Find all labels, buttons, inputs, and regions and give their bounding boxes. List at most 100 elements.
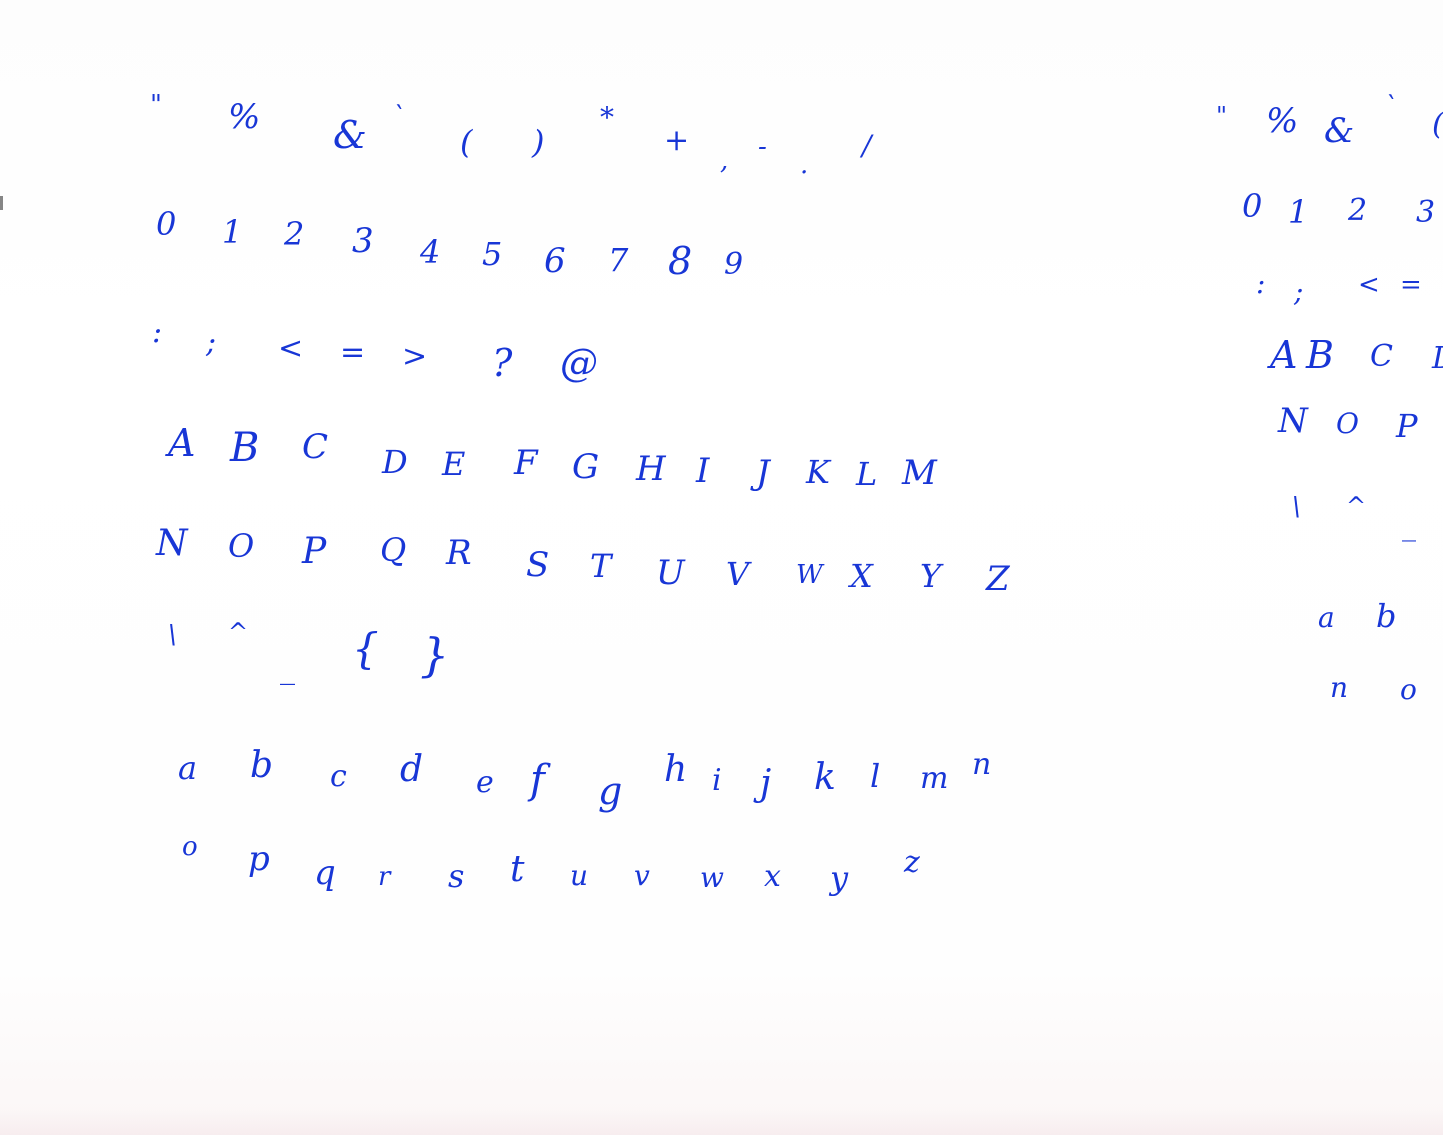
handwritten-upper-n: N — [156, 523, 188, 564]
handwritten-upper-r: R — [446, 533, 472, 573]
handwritten-ampersand: & — [1324, 111, 1355, 151]
handwritten-lower-b: b — [1376, 597, 1397, 635]
handwritten-upper-i: I — [696, 451, 710, 491]
handwritten-digit-2: 2 — [284, 215, 305, 253]
handwritten-upper-u: U — [656, 553, 685, 593]
handwritten-upper-p: P — [302, 531, 327, 572]
handwritten-upper-l: L — [856, 455, 878, 493]
handwritten-lower-k: k — [814, 757, 836, 798]
handwritten-upper-q: Q — [380, 531, 407, 569]
handwritten-lower-o: o — [182, 832, 198, 862]
handwritten-upper-x: X — [850, 557, 873, 595]
handwritten-upper-a: A — [1270, 333, 1298, 377]
handwritten-greater-than: > — [402, 339, 428, 374]
paper-bottom-edge — [0, 1109, 1443, 1135]
handwritten-lower-j: j — [760, 763, 772, 804]
handwritten-upper-h: H — [636, 449, 666, 489]
handwritten-digit-0: 0 — [1242, 187, 1263, 225]
handwritten-backtick: ` — [1384, 92, 1397, 122]
handwritten-lower-v: v — [634, 859, 650, 892]
handwritten-backslash: \ — [1292, 492, 1301, 522]
handwritten-lower-u: u — [570, 859, 589, 892]
handwritten-lower-n: n — [1330, 671, 1349, 704]
handwritten-close-brace: } — [420, 628, 450, 682]
handwritten-lower-i: i — [712, 763, 722, 798]
handwritten-digit-7: 7 — [608, 241, 629, 279]
handwritten-lower-h: h — [664, 749, 688, 790]
handwritten-digit-9: 9 — [724, 247, 744, 282]
handwritten-lower-s: s — [448, 857, 465, 895]
handwritten-comma: , — [720, 146, 729, 176]
handwritten-lower-w: w — [700, 861, 724, 894]
handwritten-upper-b: B — [230, 425, 260, 471]
handwritten-digit-3: 3 — [1416, 195, 1436, 230]
handwritten-lower-r: r — [378, 862, 391, 892]
handwritten-asterisk: * — [600, 101, 614, 134]
handwritten-upper-z: Z — [986, 559, 1010, 599]
handwritten-upper-c: C — [302, 427, 329, 467]
handwritten-lower-d: d — [400, 749, 424, 790]
handwritten-backtick: ` — [392, 102, 405, 132]
handwritten-less-than: < — [1358, 270, 1380, 300]
handwritten-digit-3: 3 — [352, 221, 374, 261]
handwritten-digit-1: 1 — [222, 213, 243, 251]
handwritten-close-paren: ) — [532, 123, 545, 161]
handwritten-upper-o: O — [1336, 407, 1359, 440]
handwritten-digit-6: 6 — [544, 241, 566, 281]
handwritten-at-sign: @ — [560, 341, 598, 385]
handwritten-equals: = — [1400, 270, 1422, 300]
handwritten-upper-v: V — [726, 555, 750, 593]
handwritten-percent: % — [1266, 101, 1299, 141]
handwritten-upper-n: N — [1278, 401, 1308, 441]
handwritten-lower-o: o — [1400, 673, 1417, 706]
handwritten-caret: ^ — [228, 618, 249, 646]
handwritten-question-mark: ? — [492, 341, 513, 385]
handwritten-upper-f: F — [514, 443, 538, 483]
handwritten-digit-0: 0 — [156, 205, 177, 243]
handwritten-double-quote: " — [1216, 102, 1228, 130]
handwritten-upper-j: J — [756, 453, 770, 493]
handwritten-lower-n: n — [972, 747, 992, 782]
handwritten-upper-d: D — [382, 443, 408, 481]
handwritten-colon: : — [1256, 267, 1266, 300]
handwritten-less-than: < — [278, 331, 304, 366]
handwritten-upper-d: D — [1432, 344, 1443, 374]
handwritten-ampersand: & — [333, 113, 367, 157]
handwritten-upper-s: S — [526, 545, 550, 585]
handwritten-upper-p: P — [1396, 407, 1418, 445]
handwritten-percent: % — [228, 97, 261, 137]
handwritten-lower-a: a — [1318, 601, 1335, 634]
handwritten-semicolon: ; — [206, 325, 217, 360]
handwritten-lower-t: t — [510, 849, 525, 890]
handwritten-hyphen: - — [758, 132, 767, 162]
handwritten-lower-e: e — [476, 765, 494, 800]
handwritten-lower-c: c — [330, 759, 347, 794]
handwriting-sheet: "% & `() * +, -./0 1 2 3 4 5 6 7 8 9:; < = >? @ A B C D E F G H I J K… — [0, 0, 1443, 1135]
handwritten-lower-f: f — [530, 757, 545, 803]
handwritten-lower-l: l — [870, 757, 881, 795]
handwritten-lower-p: p — [248, 839, 270, 879]
handwritten-upper-o: O — [228, 527, 255, 565]
handwritten-caret: ^ — [1346, 492, 1367, 520]
edge-mark — [0, 196, 3, 210]
handwritten-lower-b: b — [250, 745, 274, 786]
handwritten-digit-2: 2 — [1348, 193, 1368, 228]
handwritten-slash: / — [862, 129, 872, 162]
handwritten-upper-k: K — [806, 453, 830, 491]
handwritten-lower-y: y — [830, 859, 849, 897]
handwritten-colon: : — [152, 315, 163, 350]
handwritten-digit-5: 5 — [482, 235, 503, 273]
handwritten-upper-y: Y — [920, 557, 942, 595]
handwritten-digit-4: 4 — [420, 233, 441, 271]
handwritten-upper-g: G — [572, 447, 600, 487]
handwritten-lower-a: a — [178, 749, 198, 787]
handwritten-digit-1: 1 — [1288, 193, 1309, 231]
handwritten-semicolon: ; — [1294, 275, 1304, 308]
handwritten-digit-8: 8 — [668, 239, 693, 283]
handwritten-upper-m: M — [902, 453, 937, 493]
handwritten-upper-t: T — [590, 547, 612, 585]
handwritten-lower-q: q — [314, 853, 336, 893]
handwritten-upper-e: E — [442, 445, 466, 483]
handwritten-upper-a: A — [168, 421, 196, 465]
handwritten-plus: + — [664, 123, 690, 158]
